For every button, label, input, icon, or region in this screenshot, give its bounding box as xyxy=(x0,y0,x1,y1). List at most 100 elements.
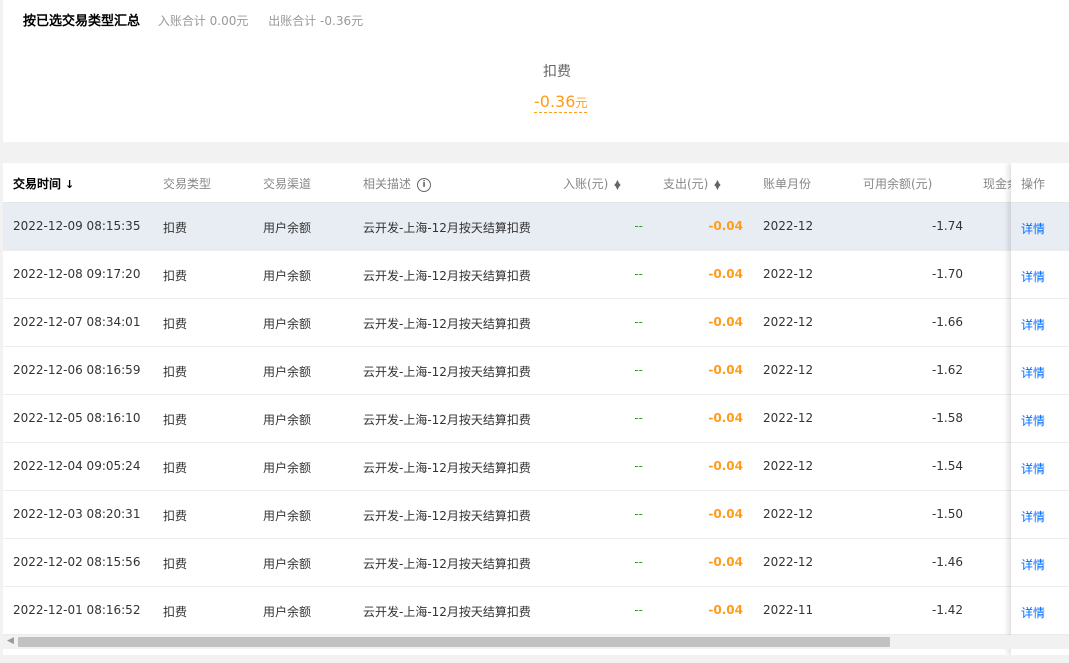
cell-expense: -0.04 xyxy=(708,555,743,569)
detail-link[interactable]: 详情 xyxy=(1021,604,1045,621)
cell-month: 2022-12 xyxy=(763,411,814,425)
column-header-expense[interactable]: 支出(元) ▲ ▼ xyxy=(663,175,721,192)
operations-cell: 详情 xyxy=(1011,587,1069,635)
detail-link[interactable]: 详情 xyxy=(1021,268,1045,285)
cell-type: 扣费 xyxy=(163,557,188,571)
detail-link[interactable]: 详情 xyxy=(1021,364,1045,381)
cell-time: 2022-12-04 09:05:24 xyxy=(13,459,141,473)
column-header-time-label: 交易时间 xyxy=(13,177,62,191)
cell-description: 云开发-上海-12月按天结算扣费 xyxy=(363,221,531,235)
column-header-expense-label: 支出(元) xyxy=(663,177,709,191)
cell-balance: -1.54 xyxy=(931,459,963,473)
detail-link[interactable]: 详情 xyxy=(1021,460,1045,477)
cell-description: 云开发-上海-12月按天结算扣费 xyxy=(363,557,531,571)
column-header-time[interactable]: 交易时间 ↓ xyxy=(13,175,74,192)
cell-channel: 用户余额 xyxy=(263,413,312,427)
detail-link[interactable]: 详情 xyxy=(1021,508,1045,525)
operations-cell: 详情 xyxy=(1011,347,1069,395)
cell-type: 扣费 xyxy=(163,461,188,475)
cell-month: 2022-12 xyxy=(763,507,814,521)
scroll-left-arrow-icon[interactable]: ◀ xyxy=(7,636,14,646)
sort-toggle-icon[interactable]: ▲ ▼ xyxy=(714,178,720,190)
scrollbar-thumb[interactable] xyxy=(18,637,890,647)
cell-expense: -0.04 xyxy=(708,411,743,425)
cell-balance: -1.50 xyxy=(931,507,963,521)
cell-balance: -1.58 xyxy=(931,411,963,425)
cell-description: 云开发-上海-12月按天结算扣费 xyxy=(363,605,531,619)
summary-title: 按已选交易类型汇总 xyxy=(23,14,141,29)
table-row: 2022-12-07 08:34:01 扣费 用户余额 云开发-上海-12月按天结算扣… xyxy=(3,299,1069,347)
cell-type: 扣费 xyxy=(163,365,188,379)
cell-month: 2022-11 xyxy=(763,603,814,617)
cell-channel: 用户余额 xyxy=(263,221,312,235)
cell-income: -- xyxy=(634,411,643,425)
cell-income: -- xyxy=(634,219,643,233)
table-row: 2022-12-06 08:16:59 扣费 用户余额 云开发-上海-12月按天结算扣… xyxy=(3,347,1069,395)
cell-income: -- xyxy=(634,555,643,569)
detail-link[interactable]: 详情 xyxy=(1021,412,1045,429)
transaction-type-amount[interactable]: -0.36元 xyxy=(534,92,588,113)
column-header-description-label: 相关描述 xyxy=(363,177,412,191)
operations-cell: 详情 xyxy=(1011,443,1069,491)
cell-income: -- xyxy=(634,267,643,281)
cell-channel: 用户余额 xyxy=(263,269,312,283)
column-header-income[interactable]: 入账(元) ▲ ▼ xyxy=(563,175,621,192)
cell-channel: 用户余额 xyxy=(263,605,312,619)
cell-time: 2022-12-09 08:15:35 xyxy=(13,219,141,233)
info-icon[interactable]: i xyxy=(417,177,432,192)
table-row: 2022-12-02 08:15:56 扣费 用户余额 云开发-上海-12月按天结算扣… xyxy=(3,539,1069,587)
cell-type: 扣费 xyxy=(163,509,188,523)
sort-toggle-icon[interactable]: ▲ ▼ xyxy=(614,178,620,190)
cell-month: 2022-12 xyxy=(763,267,814,281)
column-header-operations-label: 操作 xyxy=(1021,177,1046,191)
detail-link[interactable]: 详情 xyxy=(1021,220,1045,237)
cell-channel: 用户余额 xyxy=(263,509,312,523)
operations-cell: 详情 xyxy=(1011,491,1069,539)
cell-income: -- xyxy=(634,459,643,473)
cell-channel: 用户余额 xyxy=(263,557,312,571)
cell-type: 扣费 xyxy=(163,605,188,619)
column-header-income-label: 入账(元) xyxy=(563,177,609,191)
detail-link[interactable]: 详情 xyxy=(1021,316,1045,333)
cell-expense: -0.04 xyxy=(708,315,743,329)
table-row: 2022-12-08 09:17:20 扣费 用户余额 云开发-上海-12月按天结算扣… xyxy=(3,251,1069,299)
cell-type: 扣费 xyxy=(163,317,188,331)
operations-cell: 详情 xyxy=(1011,299,1069,347)
table-row: 2022-12-04 09:05:24 扣费 用户余额 云开发-上海-12月按天结算扣… xyxy=(3,443,1069,491)
table-header: 交易时间 ↓ 交易类型 交易渠道 相关描述 i 入账(元) ▲ ▼ 支出(元) ▲ ▼ 账单… xyxy=(3,163,1069,203)
horizontal-scrollbar[interactable]: ◀ xyxy=(3,635,1069,649)
cell-type: 扣费 xyxy=(163,413,188,427)
cell-expense: -0.04 xyxy=(708,459,743,473)
table-row: 2022-12-03 08:20:31 扣费 用户余额 云开发-上海-12月按天结算扣… xyxy=(3,491,1069,539)
cell-expense: -0.04 xyxy=(708,603,743,617)
operations-cell: 详情 xyxy=(1011,539,1069,587)
transaction-table: 交易时间 ↓ 交易类型 交易渠道 相关描述 i 入账(元) ▲ ▼ 支出(元) ▲ ▼ 账单… xyxy=(3,163,1069,655)
cell-time: 2022-12-06 08:16:59 xyxy=(13,363,141,377)
column-header-description: 相关描述 i xyxy=(363,175,432,192)
operations-cell: 详情 xyxy=(1011,395,1069,443)
cell-expense: -0.04 xyxy=(708,219,743,233)
column-header-channel[interactable]: 交易渠道 xyxy=(263,175,311,192)
cell-channel: 用户余额 xyxy=(263,461,312,475)
column-header-balance[interactable]: 可用余额(元) xyxy=(863,175,932,192)
column-header-operations: 操作 xyxy=(1011,163,1069,203)
cell-month: 2022-12 xyxy=(763,363,814,377)
cell-balance: -1.66 xyxy=(931,315,963,329)
summary-card: 按已选交易类型汇总 入账合计 0.00元 出账合计 -0.36元 扣费 -0.3… xyxy=(3,0,1069,142)
table-row: 2022-12-09 08:15:35 扣费 用户余额 云开发-上海-12月按天结算扣… xyxy=(3,203,1069,251)
cell-description: 云开发-上海-12月按天结算扣费 xyxy=(363,509,531,523)
cell-description: 云开发-上海-12月按天结算扣费 xyxy=(363,413,531,427)
detail-link[interactable]: 详情 xyxy=(1021,556,1045,573)
cell-channel: 用户余额 xyxy=(263,317,312,331)
column-header-type[interactable]: 交易类型 xyxy=(163,175,211,192)
table-row: 2022-12-01 08:16:52 扣费 用户余额 云开发-上海-12月按天结算扣… xyxy=(3,587,1069,635)
cell-month: 2022-12 xyxy=(763,219,814,233)
cell-time: 2022-12-08 09:17:20 xyxy=(13,267,141,281)
cell-channel: 用户余额 xyxy=(263,365,312,379)
column-header-month[interactable]: 账单月份 xyxy=(763,175,811,192)
cell-description: 云开发-上海-12月按天结算扣费 xyxy=(363,269,531,283)
cell-month: 2022-12 xyxy=(763,555,814,569)
cell-time: 2022-12-01 08:16:52 xyxy=(13,603,141,617)
cell-income: -- xyxy=(634,603,643,617)
sort-desc-icon[interactable]: ↓ xyxy=(65,178,74,191)
